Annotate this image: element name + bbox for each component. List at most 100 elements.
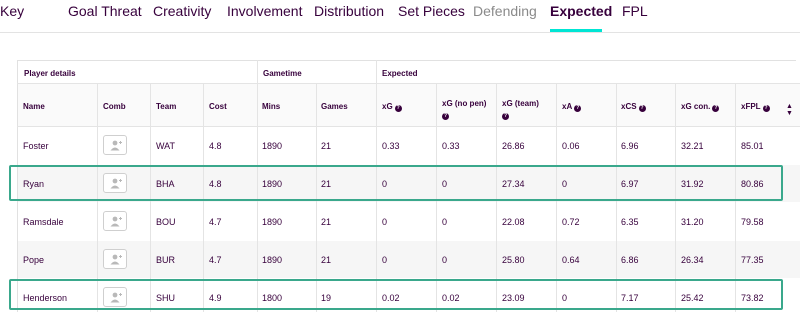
group-player-details: Player details <box>24 69 76 78</box>
tab-defending[interactable]: Defending <box>473 3 537 19</box>
add-user-icon <box>110 254 122 265</box>
tab-goal-threat[interactable]: Goal Threat <box>68 3 142 19</box>
comb-button[interactable] <box>103 211 127 231</box>
cell-xg-no-pen: 0.02 <box>442 293 460 303</box>
cell-xcs: 6.35 <box>621 217 639 227</box>
comb-button[interactable] <box>103 249 127 269</box>
col-team[interactable]: Team <box>156 102 176 111</box>
cell-name[interactable]: Ramsdale <box>23 217 64 227</box>
cell-xg: 0 <box>382 179 388 189</box>
question-icon[interactable]: ? <box>394 105 402 112</box>
cell-xg-no-pen: 0 <box>442 217 448 227</box>
col-xg-no-pen-help[interactable]: ? <box>442 110 449 120</box>
cell-xcs: 6.86 <box>621 255 639 265</box>
cell-xg-team: 25.80 <box>502 255 525 265</box>
comb-button[interactable] <box>103 135 127 155</box>
question-icon[interactable]: ? <box>574 105 582 112</box>
cell-xcs: 6.96 <box>621 141 639 151</box>
cell-games: 19 <box>321 293 332 303</box>
cell-mins: 1890 <box>262 217 283 227</box>
group-expected: Expected <box>382 69 418 78</box>
col-xg-no-pen-label: xG (no pen) <box>442 99 487 108</box>
col-name[interactable]: Name <box>23 102 45 111</box>
comb-button[interactable] <box>103 287 127 307</box>
col-mins[interactable]: Mins <box>262 102 280 111</box>
cell-cost: 4.8 <box>209 179 222 189</box>
cell-team: BOU <box>156 217 176 227</box>
col-games[interactable]: Games <box>321 102 348 111</box>
cell-games: 21 <box>321 179 332 189</box>
cell-team: BUR <box>156 255 176 265</box>
col-xg-team-help[interactable]: ? <box>502 110 509 120</box>
cell-games: 21 <box>321 141 332 151</box>
cell-xcs: 6.97 <box>621 179 639 189</box>
tab-distribution[interactable]: Distribution <box>314 3 384 19</box>
cell-name[interactable]: Foster <box>23 141 49 151</box>
cell-name[interactable]: Henderson <box>23 293 67 303</box>
cell-xg-con: 31.20 <box>681 217 704 227</box>
cell-xg-con: 25.42 <box>681 293 704 303</box>
question-icon[interactable]: ? <box>638 105 646 112</box>
cell-cost: 4.7 <box>209 255 222 265</box>
cell-name[interactable]: Ryan <box>23 179 44 189</box>
col-cost[interactable]: Cost <box>209 102 227 111</box>
cell-xfpl: 79.58 <box>741 217 764 227</box>
tab-fpl[interactable]: FPL <box>622 3 648 19</box>
question-icon[interactable]: ? <box>762 105 770 112</box>
stats-table <box>17 60 796 312</box>
comb-button[interactable] <box>103 173 127 193</box>
cell-team: BHA <box>156 179 175 189</box>
tab-key[interactable]: Key <box>0 3 24 19</box>
col-xfpl[interactable]: xFPL? <box>741 102 770 112</box>
add-user-icon <box>110 140 122 151</box>
cell-games: 21 <box>321 217 332 227</box>
cell-xg-team: 26.86 <box>502 141 525 151</box>
tab-set-pieces[interactable]: Set Pieces <box>398 3 465 19</box>
col-xcs[interactable]: xCS? <box>621 102 646 112</box>
col-comb: Comb <box>103 102 126 111</box>
add-user-icon <box>110 178 122 189</box>
question-icon[interactable]: ? <box>712 105 720 112</box>
col-xg-no-pen[interactable]: xG (no pen) <box>442 99 486 108</box>
cell-name[interactable]: Pope <box>23 255 44 265</box>
tab-expected[interactable]: Expected <box>550 3 612 19</box>
cell-xa: 0.72 <box>562 217 580 227</box>
cell-team: WAT <box>156 141 175 151</box>
cell-xfpl: 77.35 <box>741 255 764 265</box>
col-xg-con-label: xG con. <box>681 102 711 111</box>
cell-xg: 0.33 <box>382 141 400 151</box>
tab-involvement[interactable]: Involvement <box>227 3 302 19</box>
cell-mins: 1800 <box>262 293 283 303</box>
col-xfpl-label: xFPL <box>741 102 761 111</box>
cell-mins: 1890 <box>262 255 283 265</box>
col-xg-team-label: xG (team) <box>502 99 539 108</box>
cell-xg-no-pen: 0.33 <box>442 141 460 151</box>
cell-xfpl: 85.01 <box>741 141 764 151</box>
cell-xg-team: 22.08 <box>502 217 525 227</box>
cell-xg-con: 26.34 <box>681 255 704 265</box>
add-user-icon <box>110 292 122 303</box>
question-icon[interactable]: ? <box>502 113 509 120</box>
cell-xg: 0 <box>382 217 388 227</box>
cell-xg-no-pen: 0 <box>442 179 448 189</box>
cell-mins: 1890 <box>262 179 283 189</box>
tab-creativity[interactable]: Creativity <box>153 3 211 19</box>
cell-xfpl: 80.86 <box>741 179 764 189</box>
active-tab-indicator <box>550 29 602 32</box>
cell-team: SHU <box>156 293 176 303</box>
col-xg-team[interactable]: xG (team) <box>502 99 539 108</box>
cell-games: 21 <box>321 255 332 265</box>
cell-xg-con: 32.21 <box>681 141 704 151</box>
cell-xg-no-pen: 0 <box>442 255 448 265</box>
cell-xg: 0.02 <box>382 293 400 303</box>
col-xg-con[interactable]: xG con.? <box>681 102 720 112</box>
cell-cost: 4.8 <box>209 141 222 151</box>
col-xa[interactable]: xA? <box>562 102 582 112</box>
col-xg[interactable]: xG? <box>382 102 402 112</box>
question-icon[interactable]: ? <box>442 113 449 120</box>
cell-cost: 4.7 <box>209 217 222 227</box>
cell-mins: 1890 <box>262 141 283 151</box>
add-user-icon <box>110 216 122 227</box>
cell-xa: 0 <box>562 293 568 303</box>
sort-arrow-icon[interactable]: ▲ ▼ <box>786 103 793 117</box>
